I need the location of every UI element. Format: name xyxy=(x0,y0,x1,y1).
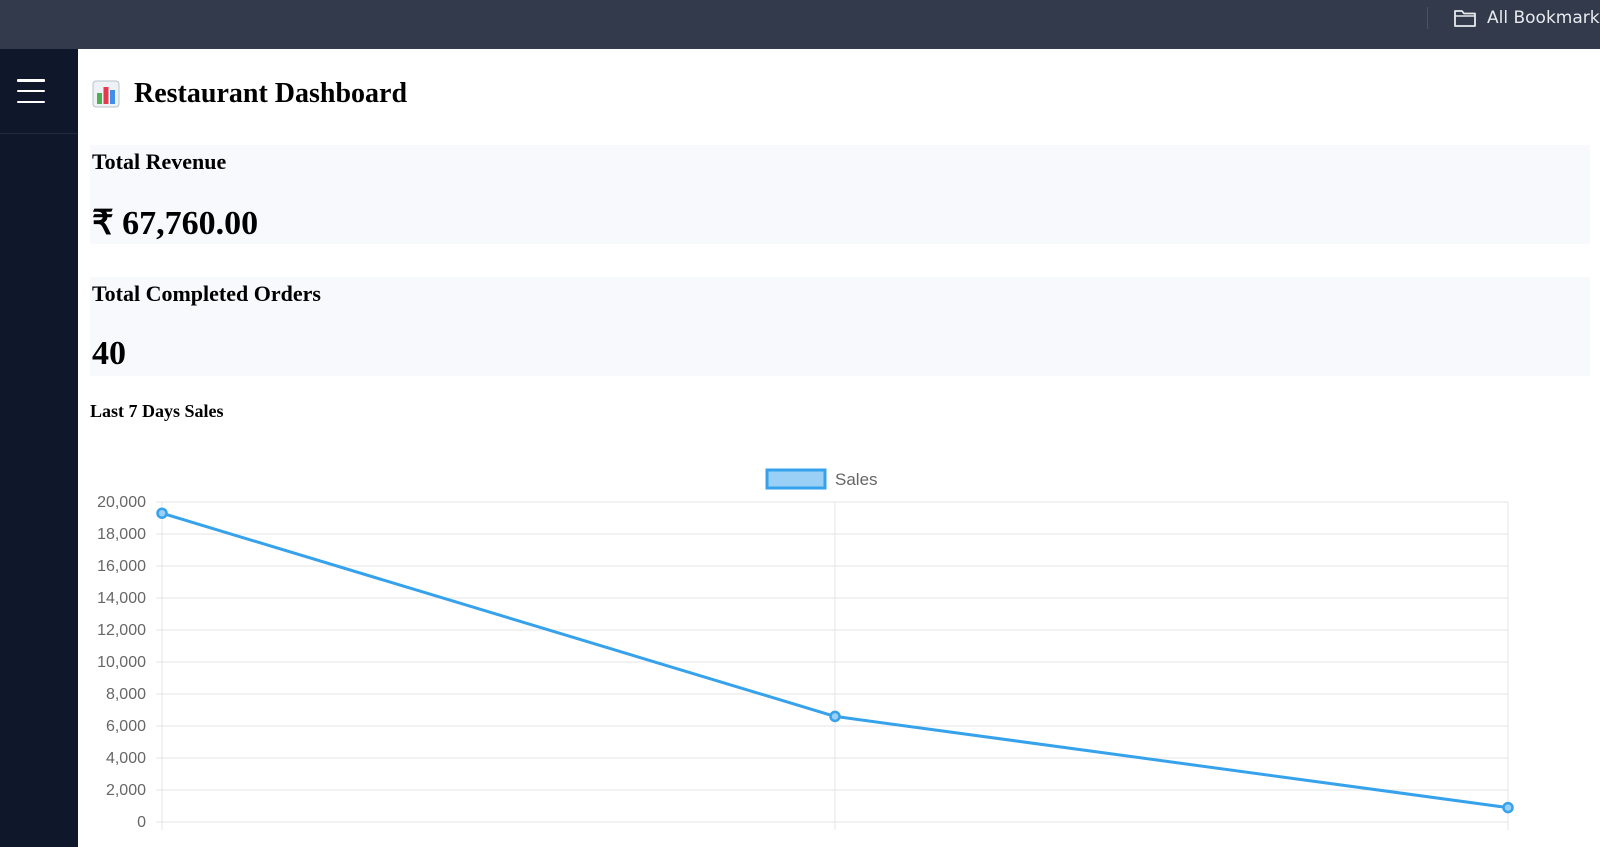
data-point-sales xyxy=(1502,801,1514,814)
folder-icon xyxy=(1454,10,1476,27)
hamburger-menu-icon[interactable] xyxy=(17,79,45,103)
y-tick-label: 12,000 xyxy=(97,622,146,639)
y-tick-label: 0 xyxy=(137,814,146,831)
sidebar-header xyxy=(0,49,78,134)
browser-toolbar: All Bookmarks xyxy=(0,0,1600,49)
legend-label-sales: Sales xyxy=(835,470,878,489)
y-tick-label: 14,000 xyxy=(97,590,146,607)
y-tick-label: 6,000 xyxy=(106,718,146,735)
all-bookmarks-button[interactable]: All Bookmarks xyxy=(1453,6,1600,30)
y-tick-label: 18,000 xyxy=(97,526,146,543)
data-point-sales xyxy=(829,710,841,723)
toolbar-divider xyxy=(1427,7,1428,29)
sidebar xyxy=(0,49,78,847)
y-tick-label: 4,000 xyxy=(106,750,146,767)
y-tick-label: 16,000 xyxy=(97,558,146,575)
y-tick-label: 20,000 xyxy=(97,494,146,511)
main-content: Restaurant Dashboard Total Revenue ₹ 67,… xyxy=(78,49,1600,847)
sales-line-chart: 0 2,000 4,000 6,000 8,000 10,000 12,000 14,000 1… xyxy=(97,468,1514,831)
y-tick-label: 10,000 xyxy=(97,654,146,671)
y-tick-label: 8,000 xyxy=(106,686,146,703)
data-point-sales xyxy=(156,507,168,519)
all-bookmarks-label: All Bookmarks xyxy=(1487,8,1600,28)
legend-swatch-sales xyxy=(765,468,827,490)
y-tick-label: 2,000 xyxy=(106,782,146,799)
